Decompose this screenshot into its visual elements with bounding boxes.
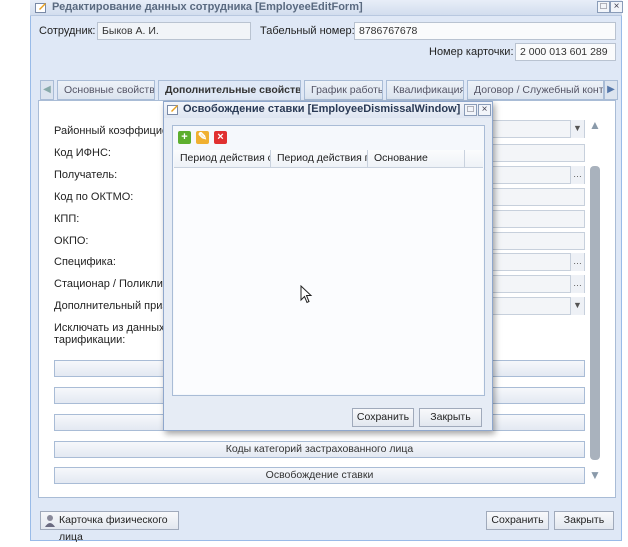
- scrollbar-thumb[interactable]: [590, 166, 600, 460]
- dialog-close-button[interactable]: Закрыть: [419, 408, 482, 427]
- recipient-label: Получатель:: [54, 169, 118, 181]
- dialog-title: Освобождение ставки [EmployeeDismissalWi…: [183, 103, 461, 115]
- ellipsis-icon[interactable]: …: [570, 166, 584, 184]
- dialog-close-icon[interactable]: ×: [478, 104, 491, 116]
- mouse-cursor-icon: [300, 284, 314, 305]
- chevron-down-icon[interactable]: ▼: [570, 120, 584, 138]
- okpo-label: ОКПО:: [54, 235, 89, 247]
- oktmo-field[interactable]: [490, 188, 585, 206]
- edit-icon[interactable]: ✎: [196, 131, 209, 144]
- close-button[interactable]: Закрыть: [554, 511, 614, 530]
- tab-number-label: Табельный номер:: [260, 25, 355, 37]
- tab-extra-props[interactable]: Дополнительные свойства: [158, 80, 301, 101]
- insured-category-codes-button[interactable]: Коды категорий застрахованного лица: [54, 441, 585, 458]
- exclude-label-line2: тарификации:: [54, 334, 126, 346]
- dialog-maximize-icon[interactable]: □: [464, 104, 477, 116]
- delete-icon[interactable]: ×: [214, 131, 227, 144]
- ellipsis-icon[interactable]: …: [570, 275, 584, 293]
- okpo-field[interactable]: [490, 232, 585, 250]
- window-edit-icon: [35, 2, 47, 13]
- dialog-edit-icon: [167, 104, 179, 115]
- grid-header-period-to[interactable]: Период действия по: [271, 150, 368, 168]
- main-window-title: Редактирование данных сотрудника [Employ…: [52, 1, 363, 13]
- tab-main-props[interactable]: Основные свойства: [57, 80, 155, 100]
- specifics-label: Специфика:: [54, 256, 116, 268]
- scroll-up-icon[interactable]: ▲: [588, 118, 602, 132]
- kpp-label: КПП:: [54, 213, 80, 225]
- tab-scroll-right[interactable]: ▶: [604, 80, 618, 100]
- hospital-label: Стационар / Поликлини: [54, 278, 176, 290]
- maximize-icon[interactable]: □: [597, 1, 610, 13]
- grid-header-basis[interactable]: Основание: [368, 150, 465, 168]
- grid-body: [174, 150, 483, 394]
- card-number-label: Номер карточки:: [429, 46, 514, 58]
- employee-label: Сотрудник:: [39, 25, 96, 37]
- close-icon[interactable]: ×: [610, 1, 623, 13]
- person-card-button[interactable]: Карточка физического лица: [40, 511, 179, 543]
- grid-header-period-from[interactable]: Период действия с: [174, 150, 271, 168]
- dialog-save-button[interactable]: Сохранить: [352, 408, 414, 427]
- tab-qualification[interactable]: Квалификация: [386, 80, 464, 100]
- tab-scroll-left[interactable]: ◀: [40, 80, 54, 100]
- district-coef-label: Районный коэффициент: [54, 125, 180, 137]
- tab-schedule[interactable]: График работы: [304, 80, 383, 100]
- ifns-code-label: Код ИФНС:: [54, 147, 111, 159]
- ellipsis-icon[interactable]: …: [570, 253, 584, 271]
- oktmo-label: Код по ОКТМО:: [54, 191, 134, 203]
- employee-field: Быков А. И.: [97, 22, 251, 40]
- grid-header-filler: [465, 150, 483, 168]
- exclude-label-line1: Исключать из данных п: [54, 322, 174, 334]
- save-button[interactable]: Сохранить: [486, 511, 549, 530]
- ifns-code-field[interactable]: [490, 144, 585, 162]
- chevron-down-icon[interactable]: ▼: [570, 297, 584, 315]
- person-icon: [45, 514, 55, 527]
- card-number-field[interactable]: 2 000 013 601 289: [515, 43, 616, 61]
- tab-number-field[interactable]: 8786767678: [354, 22, 616, 40]
- scroll-down-icon[interactable]: ▼: [588, 468, 602, 482]
- tab-contract[interactable]: Договор / Служебный контракт: [467, 80, 604, 100]
- add-icon[interactable]: +: [178, 131, 191, 144]
- kpp-field[interactable]: [490, 210, 585, 228]
- dismissal-button[interactable]: Освобождение ставки: [54, 467, 585, 484]
- extra-sign-label: Дополнительный призн: [54, 300, 174, 312]
